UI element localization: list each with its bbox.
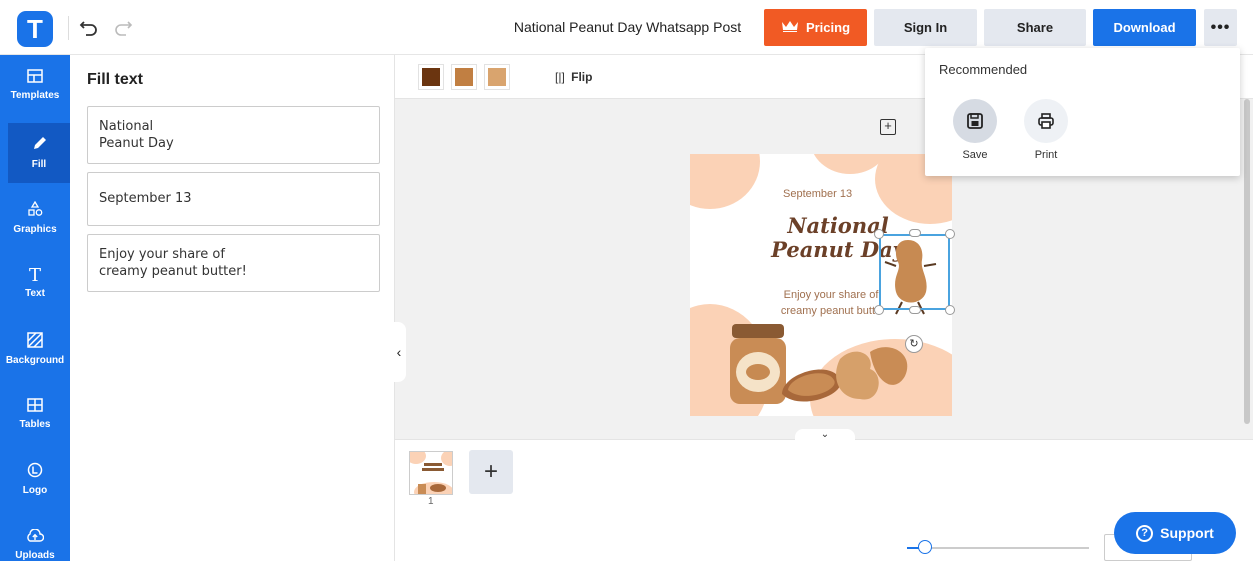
zoom-slider-handle[interactable] xyxy=(918,540,932,554)
add-page-button[interactable]: + xyxy=(469,450,513,494)
undo-icon[interactable] xyxy=(78,14,100,40)
resize-handle[interactable] xyxy=(945,229,955,239)
text-icon: T xyxy=(28,265,41,286)
sidebar-item-label: Templates xyxy=(10,90,60,101)
download-dropdown: Recommended Save Print xyxy=(925,48,1240,176)
sidebar-item-label: Tables xyxy=(19,419,51,430)
chevron-left-icon: ‹ xyxy=(396,344,402,360)
document-title[interactable]: National Peanut Day Whatsapp Post xyxy=(505,19,750,35)
redo-icon[interactable] xyxy=(112,14,134,40)
share-button[interactable]: Share xyxy=(984,9,1086,46)
sidebar-item-label: Logo xyxy=(22,485,48,496)
shapes-icon xyxy=(27,200,43,221)
resize-handle[interactable] xyxy=(874,229,884,239)
table-icon xyxy=(27,398,43,416)
sidebar-item-label: Background xyxy=(5,355,65,366)
peanuts-illustration xyxy=(836,347,908,400)
crown-icon xyxy=(781,20,799,35)
more-options-button[interactable]: ••• xyxy=(1204,9,1237,46)
help-icon: ? xyxy=(1136,524,1154,542)
sidebar-item-fill[interactable]: Fill xyxy=(8,123,70,183)
flip-button[interactable]: [|] Flip xyxy=(555,70,592,84)
app-logo[interactable]: T xyxy=(17,11,53,47)
sidebar-item-tables[interactable]: Tables xyxy=(0,384,70,444)
flip-icon: [|] xyxy=(555,70,565,84)
text-field-subtitle[interactable]: Enjoy your share of creamy peanut butter… xyxy=(87,234,380,292)
print-label: Print xyxy=(1034,149,1058,161)
color-swatch-tan[interactable] xyxy=(484,64,510,90)
vertical-scrollbar[interactable] xyxy=(1244,99,1250,424)
pricing-label: Pricing xyxy=(805,20,851,35)
pencil-icon xyxy=(31,136,47,156)
color-swatch-brown[interactable] xyxy=(451,64,477,90)
sidebar-item-uploads[interactable]: Uploads xyxy=(0,514,70,561)
expand-pages-button[interactable]: ⌄ xyxy=(795,429,855,441)
text-field-date[interactable]: September 13 xyxy=(87,172,380,226)
panel-title: Fill text xyxy=(87,71,144,88)
logo-icon xyxy=(27,462,43,482)
chevron-down-icon: ⌄ xyxy=(820,429,830,440)
toast-illustration xyxy=(782,369,841,402)
resize-handle[interactable] xyxy=(909,229,921,237)
background-icon xyxy=(27,332,43,352)
support-label: Support xyxy=(1160,525,1214,541)
page-thumbnail[interactable] xyxy=(409,451,453,495)
sidebar-item-graphics[interactable]: Graphics xyxy=(0,188,70,248)
sidebar-item-label: Text xyxy=(25,288,45,299)
pricing-button[interactable]: Pricing xyxy=(764,9,867,46)
sidebar-item-logo[interactable]: Logo xyxy=(0,449,70,509)
collapse-panel-button[interactable]: ‹ xyxy=(392,322,406,382)
sidebar-item-label: Graphics xyxy=(13,224,57,235)
resize-handle[interactable] xyxy=(909,306,921,314)
resize-handle[interactable] xyxy=(945,305,955,315)
save-option[interactable]: Save xyxy=(953,99,997,161)
divider xyxy=(68,16,69,40)
selection-box[interactable] xyxy=(879,234,950,310)
sidebar-item-templates[interactable]: Templates xyxy=(0,55,70,115)
sidebar-item-label: Fill xyxy=(31,159,47,170)
dropdown-title: Recommended xyxy=(939,62,1028,77)
zoom-slider-track[interactable] xyxy=(907,547,1089,549)
save-icon xyxy=(953,99,997,143)
support-button[interactable]: ? Support xyxy=(1114,512,1236,554)
fill-text-panel: Fill text National Peanut Day September … xyxy=(70,55,395,561)
template-icon xyxy=(27,69,43,87)
top-bar: T National Peanut Day Whatsapp Post Pric… xyxy=(0,0,1253,55)
print-icon xyxy=(1024,99,1068,143)
sidebar-item-label: Uploads xyxy=(15,550,55,561)
cloud-upload-icon xyxy=(26,528,45,547)
color-swatch-dark-brown[interactable] xyxy=(418,64,444,90)
save-label: Save xyxy=(962,149,988,161)
flip-label: Flip xyxy=(571,70,593,84)
sidebar-item-text[interactable]: T Text xyxy=(0,253,70,313)
rotate-handle-icon[interactable]: ↻ xyxy=(905,335,923,353)
download-button[interactable]: Download xyxy=(1093,9,1196,46)
sign-in-button[interactable]: Sign In xyxy=(874,9,977,46)
sidebar: Templates Fill Graphics T Text Backgroun… xyxy=(0,55,70,561)
sidebar-item-background[interactable]: Background xyxy=(0,319,70,379)
page-number: 1 xyxy=(428,496,434,507)
print-option[interactable]: Print xyxy=(1024,99,1068,161)
text-field-title[interactable]: National Peanut Day xyxy=(87,106,380,164)
add-page-icon[interactable]: + xyxy=(880,119,896,135)
peanut-butter-jar-illustration xyxy=(730,324,786,404)
resize-handle[interactable] xyxy=(874,305,884,315)
